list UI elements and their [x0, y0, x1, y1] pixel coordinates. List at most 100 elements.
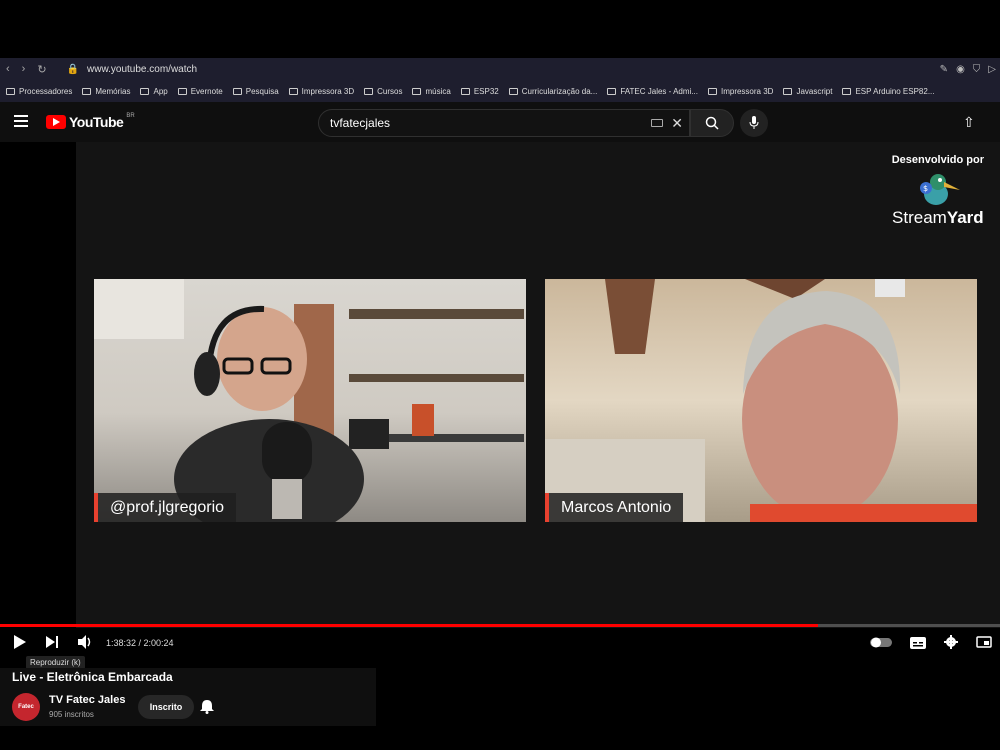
folder-icon [607, 87, 617, 95]
autoplay-toggle-icon[interactable] [870, 637, 892, 648]
bookmark-item[interactable]: App [140, 86, 168, 96]
bookmark-item[interactable]: Curricularização da... [508, 86, 598, 96]
edit-icon[interactable]: ✎ [940, 64, 948, 75]
folder-icon [842, 87, 852, 95]
send-icon[interactable]: ▷ [988, 64, 996, 75]
folder-icon [6, 87, 15, 95]
address-bar[interactable]: 🔒 www.youtube.com/watch [67, 64, 198, 75]
bookmark-label: Impressora 3D [720, 86, 774, 96]
bookmark-item[interactable]: Impressora 3D [707, 86, 774, 96]
streamyard-wordmark: StreamYard [892, 208, 984, 228]
video-info: Live - Eletrônica Embarcada Fatec TV Fat… [0, 668, 376, 726]
folder-icon [783, 87, 793, 95]
video-player[interactable]: Desenvolvido por $ StreamYard @prof.jlgr… [76, 142, 1000, 628]
bookmark-item[interactable]: Memórias [82, 87, 130, 96]
volume-icon[interactable] [78, 635, 93, 649]
browser-extensions: ✎ ◉ ⛉ ▷ [940, 64, 996, 75]
bookmark-item[interactable]: FATEC Jales - Admi... [607, 87, 698, 96]
participant-nameplate-2: Marcos Antonio [545, 493, 684, 522]
mic-icon [749, 116, 759, 129]
participant-nameplate-1: @prof.jlgregorio [94, 493, 237, 522]
developed-by-label: Desenvolvido por [891, 154, 984, 166]
brand-light: Stream [892, 208, 947, 227]
folder-icon [288, 87, 298, 95]
logo-text: YouTube [69, 114, 124, 130]
bookmark-item[interactable]: Pesquisa [232, 86, 279, 96]
streamyard-duck-icon: $ [916, 170, 960, 208]
youtube-play-icon [46, 115, 66, 129]
folder-icon [140, 87, 150, 95]
back-icon[interactable]: ‹ [6, 63, 10, 76]
bookmark-label: Evernote [190, 86, 223, 96]
search-button[interactable] [690, 109, 734, 137]
bookmark-label: Memórias [95, 86, 131, 96]
youtube-logo[interactable]: YouTube BR [46, 113, 135, 130]
bookmark-label: Pesquisa [245, 86, 279, 96]
voice-search-button[interactable] [740, 109, 768, 137]
bookmark-label: App [153, 86, 168, 96]
bookmark-item[interactable]: Processadores [6, 87, 72, 96]
play-icon[interactable] [14, 635, 26, 649]
country-code: BR [126, 113, 135, 119]
folder-icon [508, 87, 518, 95]
bookmark-item[interactable]: ESP32 [460, 86, 499, 96]
bookmarks-bar: Processadores Memórias App Evernote Pesquisa… [0, 80, 1000, 102]
browser-toolbar: ‹ › ↻ 🔒 www.youtube.com/watch ✎ ◉ ⛉ ▷ [0, 58, 1000, 80]
folder-icon [177, 87, 187, 95]
bookmark-label: ESP Arduino ESP82... [855, 86, 935, 96]
shield-icon[interactable]: ⛉ [973, 64, 981, 75]
folder-icon [707, 87, 717, 95]
url-text: www.youtube.com/watch [87, 63, 198, 75]
subscriber-count: 905 inscritos [49, 710, 94, 719]
left-gutter [0, 142, 76, 628]
channel-avatar[interactable]: Fatec [12, 693, 40, 721]
bookmark-label: Cursos [377, 86, 403, 96]
bookmark-label: música [425, 86, 451, 96]
video-title: Live - Eletrônica Embarcada [12, 670, 173, 684]
time-display: 1:38:32 / 2:00:24 [106, 638, 174, 648]
bell-icon[interactable] [200, 699, 214, 714]
camera-scene-1 [94, 279, 524, 522]
player-controls: 1:38:32 / 2:00:24 [0, 627, 1000, 659]
settings-gear-icon[interactable] [944, 635, 958, 649]
bookmark-label: Curricularização da... [521, 86, 598, 96]
bookmark-label: Javascript [796, 86, 833, 96]
youtube-header: YouTube BR tvfatecjales ✕ ⇧ [0, 102, 1000, 142]
svg-text:$: $ [923, 184, 928, 193]
upload-icon[interactable]: ⇧ [963, 114, 975, 131]
keyboard-icon[interactable] [651, 119, 663, 127]
bookmark-item[interactable]: ESP Arduino ESP82... [842, 87, 934, 96]
forward-icon[interactable]: › [22, 63, 26, 76]
bookmark-item[interactable]: música [412, 86, 451, 96]
search-value: tvfatecjales [330, 116, 391, 130]
participant-camera-1: @prof.jlgregorio [94, 279, 526, 522]
search-icon [705, 116, 719, 130]
bookmark-item[interactable]: Impressora 3D [288, 86, 355, 96]
browser-nav: ‹ › ↻ [6, 63, 47, 76]
bookmark-label: Processadores [19, 86, 73, 96]
subscribe-button[interactable]: Inscrito [138, 695, 194, 719]
reload-icon[interactable]: ↻ [37, 63, 46, 76]
lock-icon: 🔒 [66, 63, 80, 75]
bookmark-label: Impressora 3D [301, 86, 355, 96]
menu-icon[interactable] [14, 115, 28, 127]
subtitles-icon[interactable] [910, 637, 926, 649]
folder-icon [460, 87, 470, 95]
bookmark-item[interactable]: Evernote [177, 86, 223, 96]
camera-icon[interactable]: ◉ [956, 64, 965, 75]
clear-icon[interactable]: ✕ [671, 115, 683, 132]
search-input[interactable]: tvfatecjales ✕ [318, 109, 690, 137]
bookmark-item[interactable]: Javascript [783, 87, 832, 96]
bookmark-label: ESP32 [473, 86, 499, 96]
folder-icon [412, 87, 422, 95]
brand-bold: Yard [946, 208, 984, 227]
bookmark-label: FATEC Jales - Admi... [620, 86, 698, 96]
miniplayer-icon[interactable] [976, 636, 992, 648]
folder-icon [232, 87, 242, 95]
participant-camera-2: Marcos Antonio [545, 279, 977, 522]
folder-icon [82, 87, 92, 95]
bookmark-item[interactable]: Cursos [364, 87, 402, 96]
streamyard-branding: Desenvolvido por $ StreamYard [892, 154, 984, 228]
channel-name[interactable]: TV Fatec Jales [49, 694, 125, 706]
next-icon[interactable] [46, 635, 59, 649]
